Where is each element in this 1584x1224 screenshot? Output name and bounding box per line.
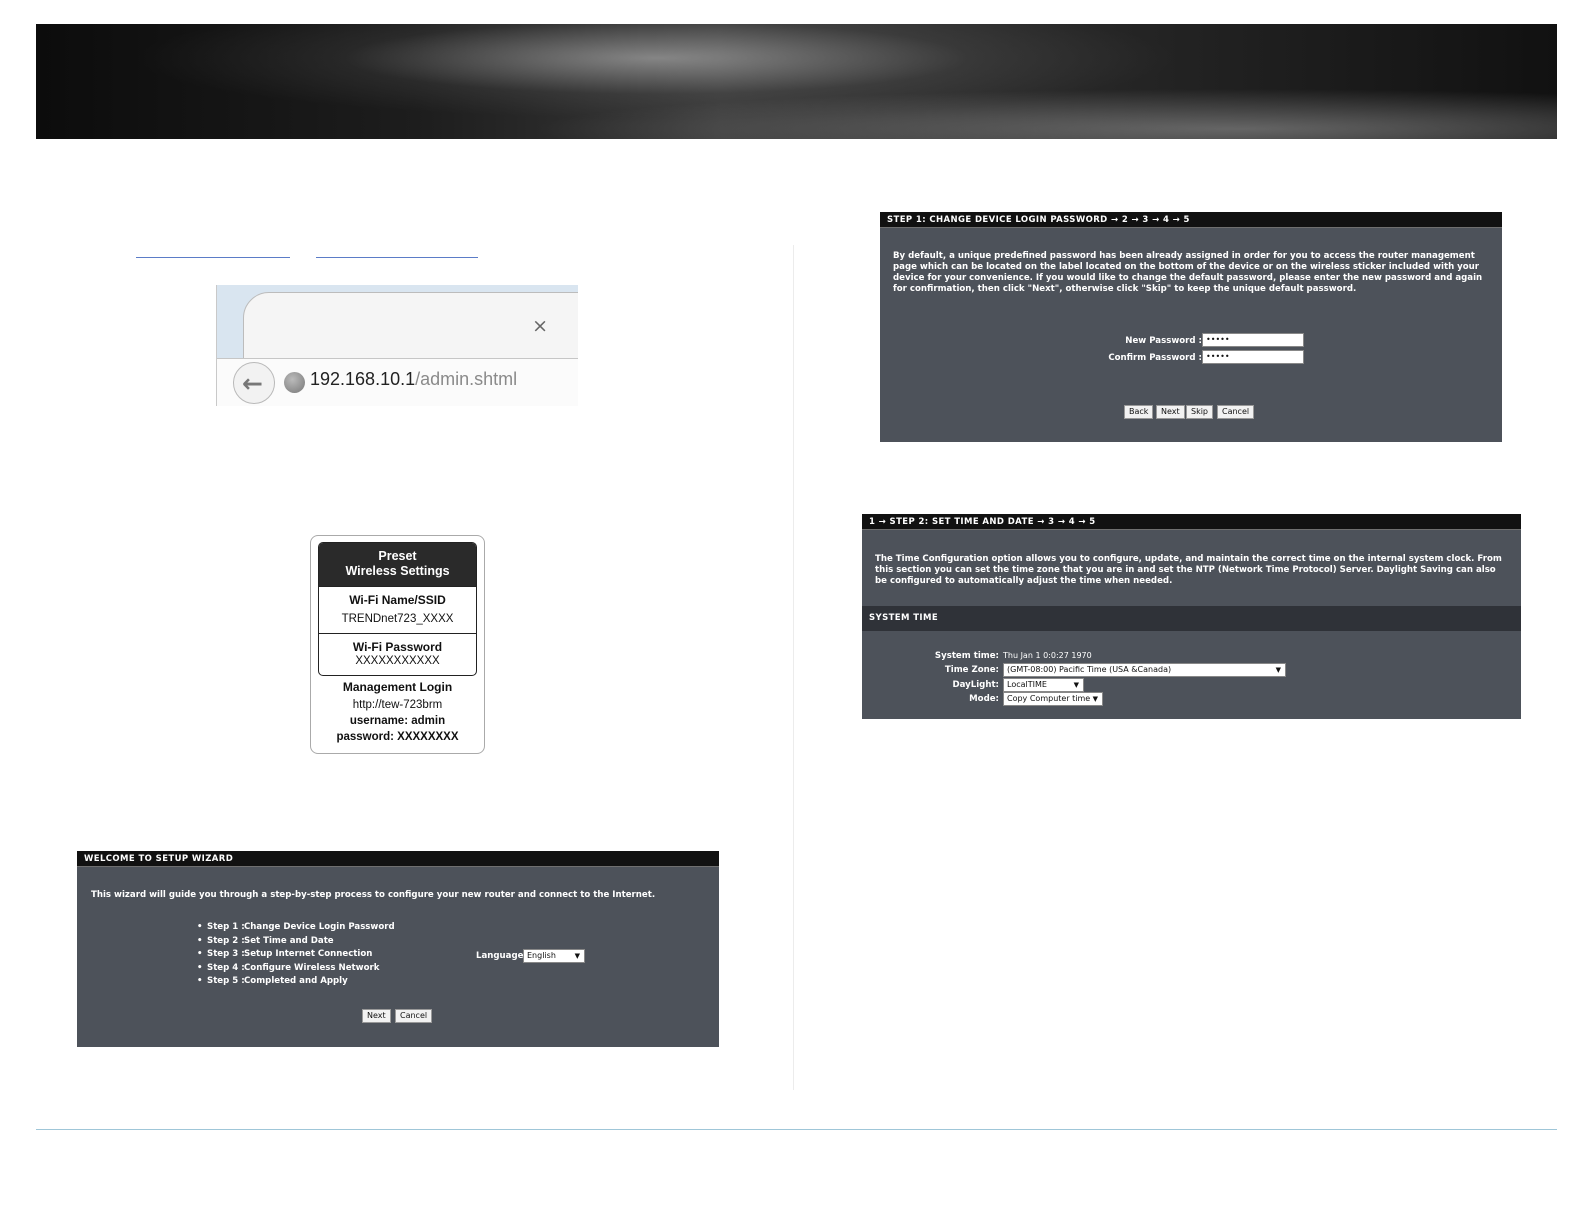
- dropdown-icon: ▼: [1092, 695, 1098, 703]
- hyperlink-underline[interactable]: [136, 257, 290, 258]
- system-time-section-title: SYSTEM TIME: [862, 606, 1521, 631]
- cancel-button[interactable]: Cancel: [1217, 405, 1255, 419]
- close-icon[interactable]: ×: [532, 315, 548, 337]
- step2-time-panel: 1 → STEP 2: SET TIME AND DATE → 3 → 4 → …: [862, 514, 1521, 719]
- list-item: • Step 2 :Set Time and Date: [197, 935, 334, 946]
- back-arrow-icon: ←: [242, 369, 263, 398]
- panel-title: 1 → STEP 2: SET TIME AND DATE → 3 → 4 → …: [862, 514, 1521, 530]
- browser-screenshot: × ← 192.168.10.1/admin.shtml: [216, 285, 578, 406]
- new-password-field[interactable]: •••••: [1202, 333, 1304, 347]
- mode-select[interactable]: Copy Computer time ▼: [1003, 692, 1103, 706]
- wizard-intro: This wizard will guide you through a ste…: [91, 890, 656, 900]
- sticker-header: Preset Wireless Settings: [319, 543, 476, 586]
- time-zone-label: Time Zone:: [944, 665, 999, 675]
- wireless-settings-box: Preset Wireless Settings Wi-Fi Name/SSID…: [318, 542, 477, 676]
- mgmt-username: username: admin: [349, 715, 446, 727]
- mgmt-label: Management Login: [342, 680, 453, 694]
- language-select[interactable]: English ▼: [523, 949, 585, 963]
- preset-settings-sticker: Preset Wireless Settings Wi-Fi Name/SSID…: [310, 535, 485, 754]
- browser-tab[interactable]: [243, 292, 578, 366]
- list-item: • Step 1 :Change Device Login Password: [197, 922, 395, 932]
- welcome-wizard-panel: WELCOME TO SETUP WIZARD This wizard will…: [77, 851, 719, 1047]
- list-item: • Step 4 :Configure Wireless Network: [197, 962, 380, 973]
- url-text[interactable]: 192.168.10.1/admin.shtml: [310, 369, 517, 390]
- password-section: Wi-Fi Password XXXXXXXXXXX: [319, 633, 476, 667]
- password-value: XXXXXXXXXXX: [355, 655, 440, 667]
- dropdown-icon: ▼: [1073, 681, 1079, 689]
- step1-description: By default, a unique predefined password…: [893, 251, 1483, 294]
- next-button[interactable]: Next: [362, 1009, 391, 1023]
- step2-description: The Time Configuration option allows you…: [875, 554, 1502, 586]
- confirm-password-field[interactable]: •••••: [1202, 350, 1304, 364]
- next-button[interactable]: Next: [1156, 405, 1185, 419]
- daylight-select[interactable]: LocalTIME ▼: [1003, 678, 1084, 692]
- panel-title: STEP 1: CHANGE DEVICE LOGIN PASSWORD → 2…: [880, 212, 1502, 228]
- confirm-password-label: Confirm Password :: [1108, 353, 1202, 363]
- language-label: Language:: [476, 951, 527, 961]
- footer-rule: [36, 1129, 1557, 1130]
- globe-icon: [284, 372, 305, 393]
- header-banner: [36, 24, 1557, 139]
- management-login-section: Management Login http://tew-723brm usern…: [311, 679, 484, 745]
- back-button[interactable]: Back: [1124, 405, 1154, 419]
- step1-password-panel: STEP 1: CHANGE DEVICE LOGIN PASSWORD → 2…: [880, 212, 1502, 442]
- ssid-value: TRENDnet723_XXXX: [341, 613, 454, 625]
- list-item: • Step 5 :Completed and Apply: [197, 976, 348, 986]
- panel-title: WELCOME TO SETUP WIZARD: [77, 851, 719, 867]
- dropdown-icon: ▼: [574, 952, 580, 960]
- mgmt-password: password: XXXXXXXX: [336, 731, 459, 743]
- daylight-label: DayLight:: [952, 680, 999, 690]
- ssid-section: Wi-Fi Name/SSID TRENDnet723_XXXX: [319, 586, 476, 633]
- mgmt-url: http://tew-723brm: [352, 699, 443, 711]
- wizard-steps-list: • Step 1 :Change Device Login Password • S…: [197, 921, 395, 989]
- system-time-value: Thu Jan 1 0:0:27 1970: [1003, 651, 1092, 660]
- password-label: Wi-Fi Password: [352, 640, 443, 654]
- new-password-label: New Password :: [1125, 336, 1202, 346]
- dropdown-icon: ▼: [1275, 666, 1281, 674]
- list-item: • Step 3 :Setup Internet Connection: [197, 949, 373, 959]
- cancel-button[interactable]: Cancel: [395, 1009, 433, 1023]
- skip-button[interactable]: Skip: [1186, 405, 1214, 419]
- time-zone-select[interactable]: (GMT-08:00) Pacific Time (USA &Canada) ▼: [1003, 663, 1286, 677]
- hyperlink-underline[interactable]: [316, 257, 478, 258]
- system-time-label: System time:: [934, 651, 999, 661]
- mode-label: Mode:: [969, 694, 999, 704]
- ssid-label: Wi-Fi Name/SSID: [349, 593, 446, 607]
- column-divider: [793, 245, 794, 1090]
